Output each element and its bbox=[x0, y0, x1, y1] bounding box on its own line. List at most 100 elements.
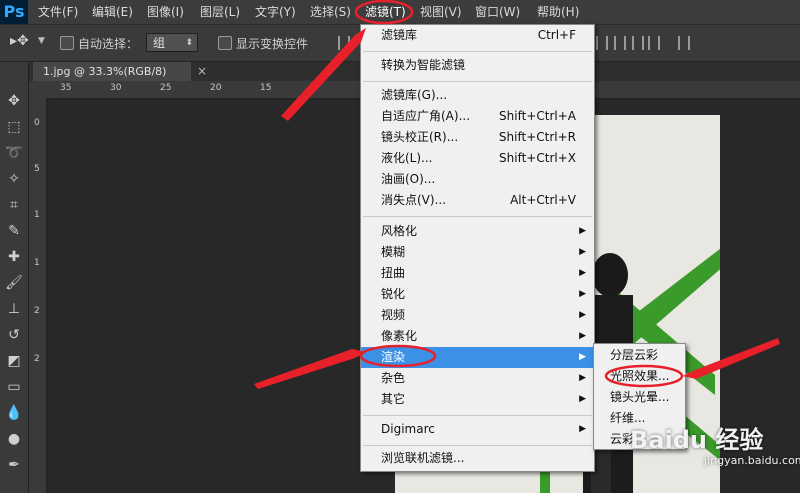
menu-separator bbox=[363, 415, 592, 416]
pen-icon[interactable]: ✒ bbox=[0, 452, 28, 478]
menu-item-pixelate[interactable]: 像素化 ▶ bbox=[361, 326, 594, 347]
menu-file[interactable]: 文件(F) bbox=[38, 0, 78, 24]
menu-item-filter-gallery[interactable]: 滤镜库(G)... bbox=[361, 85, 594, 106]
move-icon[interactable]: ✥ bbox=[0, 88, 28, 114]
ruler-tick: 20 bbox=[210, 83, 222, 93]
gradient-icon[interactable]: ▭ bbox=[0, 374, 28, 400]
chevron-updown-icon: ⬍ bbox=[185, 38, 193, 48]
submenu-arrow-icon: ▶ bbox=[579, 310, 586, 320]
menu-layer[interactable]: 图层(L) bbox=[200, 0, 240, 24]
menu-select[interactable]: 选择(S) bbox=[310, 0, 351, 24]
photoshop-logo: Ps bbox=[0, 0, 28, 24]
menu-separator bbox=[363, 51, 592, 52]
submenu-item-difference-clouds[interactable]: 分层云彩 bbox=[594, 345, 685, 366]
submenu-arrow-icon: ▶ bbox=[579, 394, 586, 404]
document-tab-title: 1.jpg @ 33.3%(RGB/8) bbox=[43, 65, 167, 78]
healing-brush-icon[interactable]: ✚ bbox=[0, 244, 28, 270]
menu-view[interactable]: 视图(V) bbox=[420, 0, 462, 24]
menu-filter[interactable]: 滤镜(T) bbox=[365, 0, 406, 24]
eyedropper-icon[interactable]: ✎ bbox=[0, 218, 28, 244]
menu-bar: Ps 文件(F) 编辑(E) 图像(I) 图层(L) 文字(Y) 选择(S) 滤… bbox=[0, 0, 800, 25]
menu-separator bbox=[363, 216, 592, 217]
menu-item-other[interactable]: 其它 ▶ bbox=[361, 389, 594, 410]
menu-item-distort[interactable]: 扭曲 ▶ bbox=[361, 263, 594, 284]
menu-help[interactable]: 帮助(H) bbox=[537, 0, 579, 24]
align-bottom-icon[interactable] bbox=[632, 36, 644, 50]
auto-select-dropdown[interactable]: 组 ⬍ bbox=[146, 33, 198, 52]
menu-type[interactable]: 文字(Y) bbox=[255, 0, 296, 24]
align-center-icon[interactable] bbox=[596, 36, 608, 50]
menu-item-liquify[interactable]: 液化(L)... Shift+Ctrl+X bbox=[361, 148, 594, 169]
submenu-arrow-icon: ▶ bbox=[579, 247, 586, 257]
ruler-tick: 5 bbox=[34, 164, 40, 174]
auto-select-label: 自动选择： bbox=[78, 37, 139, 51]
align-middle-icon[interactable] bbox=[614, 36, 626, 50]
watermark-url: jingyan.baidu.com bbox=[704, 454, 800, 467]
move-tool-icon[interactable]: ▸✥ bbox=[10, 33, 29, 49]
menu-item-oil-paint[interactable]: 油画(O)... bbox=[361, 169, 594, 190]
ruler-tick: 2 bbox=[34, 306, 40, 316]
vertical-ruler[interactable]: 0 5 1 1 2 2 bbox=[29, 98, 47, 493]
show-transform-checkbox[interactable] bbox=[218, 36, 232, 50]
magic-wand-icon[interactable]: ✧ bbox=[0, 166, 28, 192]
marquee-icon[interactable]: ⬚ bbox=[0, 114, 28, 140]
menu-separator bbox=[363, 81, 592, 82]
submenu-arrow-icon: ▶ bbox=[579, 352, 586, 362]
menu-separator bbox=[363, 445, 592, 446]
dodge-icon[interactable]: ● bbox=[0, 426, 28, 452]
menu-image[interactable]: 图像(I) bbox=[147, 0, 184, 24]
menu-item-browse-online-filters[interactable]: 浏览联机滤镜... bbox=[361, 448, 594, 469]
submenu-item-lighting-effects[interactable]: 光照效果... bbox=[594, 366, 685, 387]
menu-item-render[interactable]: 渲染 ▶ bbox=[361, 347, 594, 368]
brush-icon[interactable]: 🖌 bbox=[0, 270, 28, 296]
distribute-icon[interactable] bbox=[678, 36, 690, 50]
tool-preset-arrow-icon[interactable]: ▼ bbox=[38, 36, 45, 46]
lasso-icon[interactable]: ➰ bbox=[0, 140, 28, 166]
blur-icon[interactable]: 💧 bbox=[0, 400, 28, 426]
stamp-icon[interactable]: ⊥ bbox=[0, 296, 28, 322]
baidu-jingyan-watermark: Baidu 经验 jingyan.baidu.com bbox=[630, 420, 800, 467]
ruler-tick: 30 bbox=[110, 83, 122, 93]
menu-item-noise[interactable]: 杂色 ▶ bbox=[361, 368, 594, 389]
submenu-arrow-icon: ▶ bbox=[579, 373, 586, 383]
ruler-tick: 15 bbox=[260, 83, 272, 93]
submenu-arrow-icon: ▶ bbox=[579, 424, 586, 434]
submenu-arrow-icon: ▶ bbox=[579, 289, 586, 299]
ruler-tick: 35 bbox=[60, 83, 72, 93]
align-icon[interactable] bbox=[338, 36, 350, 50]
menu-item-convert-smart-filters[interactable]: 转换为智能滤镜 bbox=[361, 55, 594, 76]
menu-item-vanishing-point[interactable]: 消失点(V)... Alt+Ctrl+V bbox=[361, 190, 594, 211]
history-brush-icon[interactable]: ↺ bbox=[0, 322, 28, 348]
auto-select-checkbox[interactable] bbox=[60, 36, 74, 50]
submenu-arrow-icon: ▶ bbox=[579, 331, 586, 341]
menu-item-blur[interactable]: 模糊 ▶ bbox=[361, 242, 594, 263]
tools-panel: ✥ ⬚ ➰ ✧ ⌗ ✎ ✚ 🖌 ⊥ ↺ ◩ ▭ 💧 ● ✒ bbox=[0, 62, 29, 493]
ruler-tick: 2 bbox=[34, 354, 40, 364]
menu-item-adaptive-wide-angle[interactable]: 自适应广角(A)... Shift+Ctrl+A bbox=[361, 106, 594, 127]
submenu-item-lens-flare[interactable]: 镜头光晕... bbox=[594, 387, 685, 408]
filter-menu: 滤镜库 Ctrl+F 转换为智能滤镜 滤镜库(G)... 自适应广角(A)... S… bbox=[360, 24, 595, 472]
menu-item-lens-correction[interactable]: 镜头校正(R)... Shift+Ctrl+R bbox=[361, 127, 594, 148]
ruler-corner bbox=[29, 81, 50, 98]
menu-window[interactable]: 窗口(W) bbox=[475, 0, 520, 24]
ruler-tick: 0 bbox=[34, 118, 40, 128]
auto-select-value: 组 bbox=[153, 36, 166, 50]
menu-item-stylize[interactable]: 风格化 ▶ bbox=[361, 221, 594, 242]
show-transform-label: 显示变换控件 bbox=[236, 37, 309, 51]
menu-item-filter-gallery-last[interactable]: 滤镜库 Ctrl+F bbox=[361, 25, 594, 46]
ruler-tick: 1 bbox=[34, 258, 40, 268]
watermark-brand: Baidu 经验 bbox=[630, 426, 764, 454]
document-tab[interactable]: 1.jpg @ 33.3%(RGB/8) × bbox=[33, 62, 207, 81]
crop-icon[interactable]: ⌗ bbox=[0, 192, 28, 218]
menu-item-video[interactable]: 视频 ▶ bbox=[361, 305, 594, 326]
submenu-arrow-icon: ▶ bbox=[579, 268, 586, 278]
submenu-arrow-icon: ▶ bbox=[579, 226, 586, 236]
close-icon[interactable]: × bbox=[197, 62, 207, 81]
menu-item-digimarc[interactable]: Digimarc ▶ bbox=[361, 419, 594, 440]
menu-edit[interactable]: 编辑(E) bbox=[92, 0, 133, 24]
align-right-icon[interactable] bbox=[648, 36, 660, 50]
eraser-icon[interactable]: ◩ bbox=[0, 348, 28, 374]
ruler-tick: 25 bbox=[160, 83, 172, 93]
menu-item-sharpen[interactable]: 锐化 ▶ bbox=[361, 284, 594, 305]
ruler-tick: 1 bbox=[34, 210, 40, 220]
